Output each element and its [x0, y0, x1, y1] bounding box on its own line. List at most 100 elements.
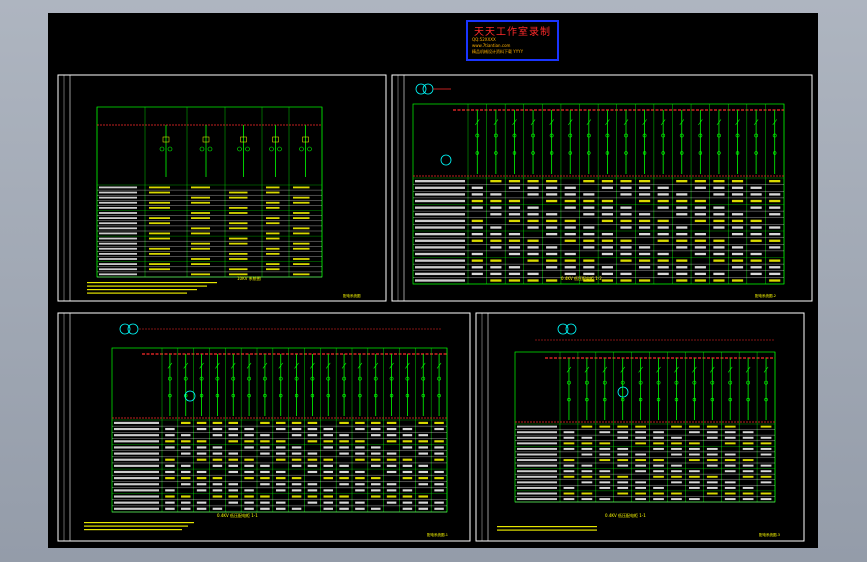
- drawing-sheet-3[interactable]: 0.4KV 低压配电柜 1-1 配电系统图-1: [57, 312, 471, 542]
- cell-text: [724, 481, 736, 484]
- cell-text: [196, 470, 207, 474]
- cell-text: [694, 199, 706, 203]
- cell-text: [742, 447, 754, 450]
- cell-text: [689, 425, 700, 428]
- cell-text: [527, 226, 539, 229]
- sheet-1-caption: 10KV 系统图: [237, 275, 261, 281]
- cell-text: [371, 452, 381, 455]
- cell-text: [760, 464, 772, 467]
- cell-text: [713, 226, 725, 229]
- cell-text: [323, 446, 333, 449]
- cell-text: [229, 242, 248, 245]
- cell-text: [260, 452, 270, 455]
- note-text: [84, 529, 182, 531]
- cell-text: [244, 464, 254, 467]
- cell-text: [731, 186, 744, 189]
- sheet-2-caption: 0.4KV 低压配电柜 1-2: [561, 275, 602, 281]
- cell-text: [355, 507, 365, 510]
- cell-text: [196, 477, 207, 480]
- cell-text: [355, 427, 365, 431]
- cell-text: [293, 196, 310, 199]
- cell-text: [293, 217, 310, 219]
- cell-text: [434, 470, 444, 474]
- cell-text: [149, 268, 170, 271]
- cell-text: [527, 219, 539, 223]
- cell-text: [742, 442, 754, 445]
- cell-text: [620, 193, 632, 196]
- cell-text: [191, 201, 210, 204]
- cell-text: [564, 252, 576, 256]
- drawing-sheet-2[interactable]: 0.4KV 低压配电柜 1-2 配电系统图-2: [391, 74, 813, 302]
- stamp-line-1: QQ:52XXXX: [472, 37, 496, 42]
- cell-text: [581, 492, 593, 495]
- cell-text: [671, 453, 682, 456]
- cell-text: [339, 483, 349, 486]
- cell-text: [724, 486, 736, 489]
- cell-text: [339, 434, 349, 437]
- cell-text: [599, 431, 611, 434]
- cell-text: [706, 492, 718, 495]
- cell-text: [671, 498, 682, 501]
- drawing-sheet-1[interactable]: 10KV 系统图 配电系统图: [57, 74, 387, 302]
- cell-text: [307, 470, 318, 474]
- cell-text: [355, 470, 365, 474]
- row-label: [99, 206, 137, 209]
- cell-text: [620, 239, 632, 242]
- cell-text: [676, 213, 688, 216]
- cell-text: [307, 458, 318, 461]
- cell-text: [371, 495, 381, 498]
- row-label: [415, 246, 465, 249]
- row-label: [517, 475, 557, 478]
- cell-text: [291, 464, 302, 467]
- cell-text: [323, 458, 333, 461]
- cell-text: [371, 434, 381, 437]
- cell-text: [266, 252, 280, 255]
- cell-text: [229, 258, 248, 260]
- cell-text: [731, 199, 744, 203]
- cell-text: [434, 440, 444, 443]
- cell-text: [418, 470, 428, 474]
- cell-text: [307, 434, 318, 437]
- cell-text: [546, 193, 558, 196]
- sheet-4-caption: 0.4KV 低压配电柜 1-1: [605, 512, 646, 518]
- cell-text: [657, 259, 669, 262]
- note-text: [87, 282, 217, 284]
- cell-text: [599, 470, 611, 473]
- cell-text: [191, 273, 210, 276]
- cell-text: [601, 239, 613, 242]
- row-label: [114, 501, 159, 504]
- drawing-canvas[interactable]: 10KV 系统图 配电系统图 0.4KV 低压配电柜 1-2 配电系统图-2 0…: [48, 13, 818, 548]
- cell-text: [599, 481, 611, 484]
- cell-text: [599, 498, 611, 501]
- cell-text: [635, 436, 646, 439]
- cell-text: [293, 227, 310, 230]
- cell-text: [563, 464, 575, 467]
- ct-symbol: [207, 146, 213, 152]
- cell-text: [471, 252, 483, 256]
- cell-text: [260, 446, 270, 449]
- cell-text: [191, 212, 210, 214]
- cell-text: [196, 483, 207, 486]
- cell-text: [191, 258, 210, 260]
- cell-text: [244, 501, 254, 504]
- cell-text: [713, 279, 725, 282]
- cell-text: [266, 217, 280, 219]
- cell-text: [149, 237, 170, 240]
- row-label: [517, 431, 557, 434]
- cell-text: [293, 247, 310, 250]
- cell-text: [713, 252, 725, 256]
- cell-text: [583, 259, 595, 262]
- cell-text: [355, 501, 365, 504]
- cell-text: [276, 440, 286, 443]
- cell-text: [731, 213, 744, 216]
- cell-text: [402, 495, 413, 498]
- cell-text: [671, 425, 682, 428]
- cell-text: [165, 464, 175, 467]
- cell-text: [244, 489, 254, 492]
- cell-text: [244, 458, 254, 461]
- row-label: [99, 268, 137, 271]
- cell-text: [260, 470, 270, 474]
- cell-text: [196, 501, 207, 504]
- cell-text: [620, 279, 632, 282]
- drawing-sheet-4[interactable]: 0.4KV 低压配电柜 1-1 配电系统图-3: [475, 312, 805, 542]
